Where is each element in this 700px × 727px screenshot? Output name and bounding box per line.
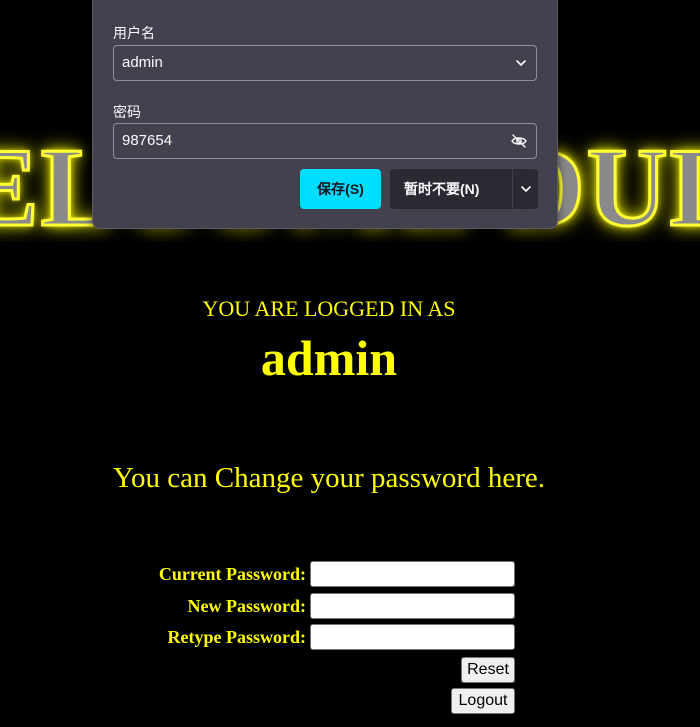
logged-in-username: admin	[260, 330, 398, 386]
new-password-label: New Password:	[187, 596, 307, 616]
save-button[interactable]: 保存(S)	[300, 169, 381, 209]
current-password-input[interactable]	[310, 561, 515, 587]
reset-button[interactable]: Reset	[461, 657, 515, 683]
retype-password-input[interactable]	[310, 624, 515, 650]
password-field[interactable]: 987654	[113, 123, 537, 159]
chevron-down-icon[interactable]	[513, 169, 538, 209]
logout-button[interactable]: Logout	[451, 688, 515, 714]
not-now-button[interactable]: 暂时不要(N)	[390, 169, 538, 209]
not-now-label: 暂时不要(N)	[404, 181, 480, 197]
save-login-popup: 用户名 admin 密码 987654 保存(S) 暂时不要(N)	[92, 0, 558, 229]
password-value: 987654	[122, 132, 173, 149]
username-value: admin	[122, 54, 163, 71]
current-password-label: Current Password:	[158, 564, 306, 584]
change-password-message: You can Change your password here.	[113, 462, 545, 494]
eye-slash-icon[interactable]	[510, 124, 528, 158]
retype-password-label: Retype Password:	[167, 627, 306, 647]
username-label: 用户名	[113, 25, 155, 41]
logged-in-heading: YOU ARE LOGGED IN AS	[202, 296, 456, 321]
new-password-input[interactable]	[310, 593, 515, 619]
username-field[interactable]: admin	[113, 45, 537, 81]
password-label: 密码	[113, 104, 141, 120]
chevron-down-icon[interactable]	[514, 46, 528, 80]
